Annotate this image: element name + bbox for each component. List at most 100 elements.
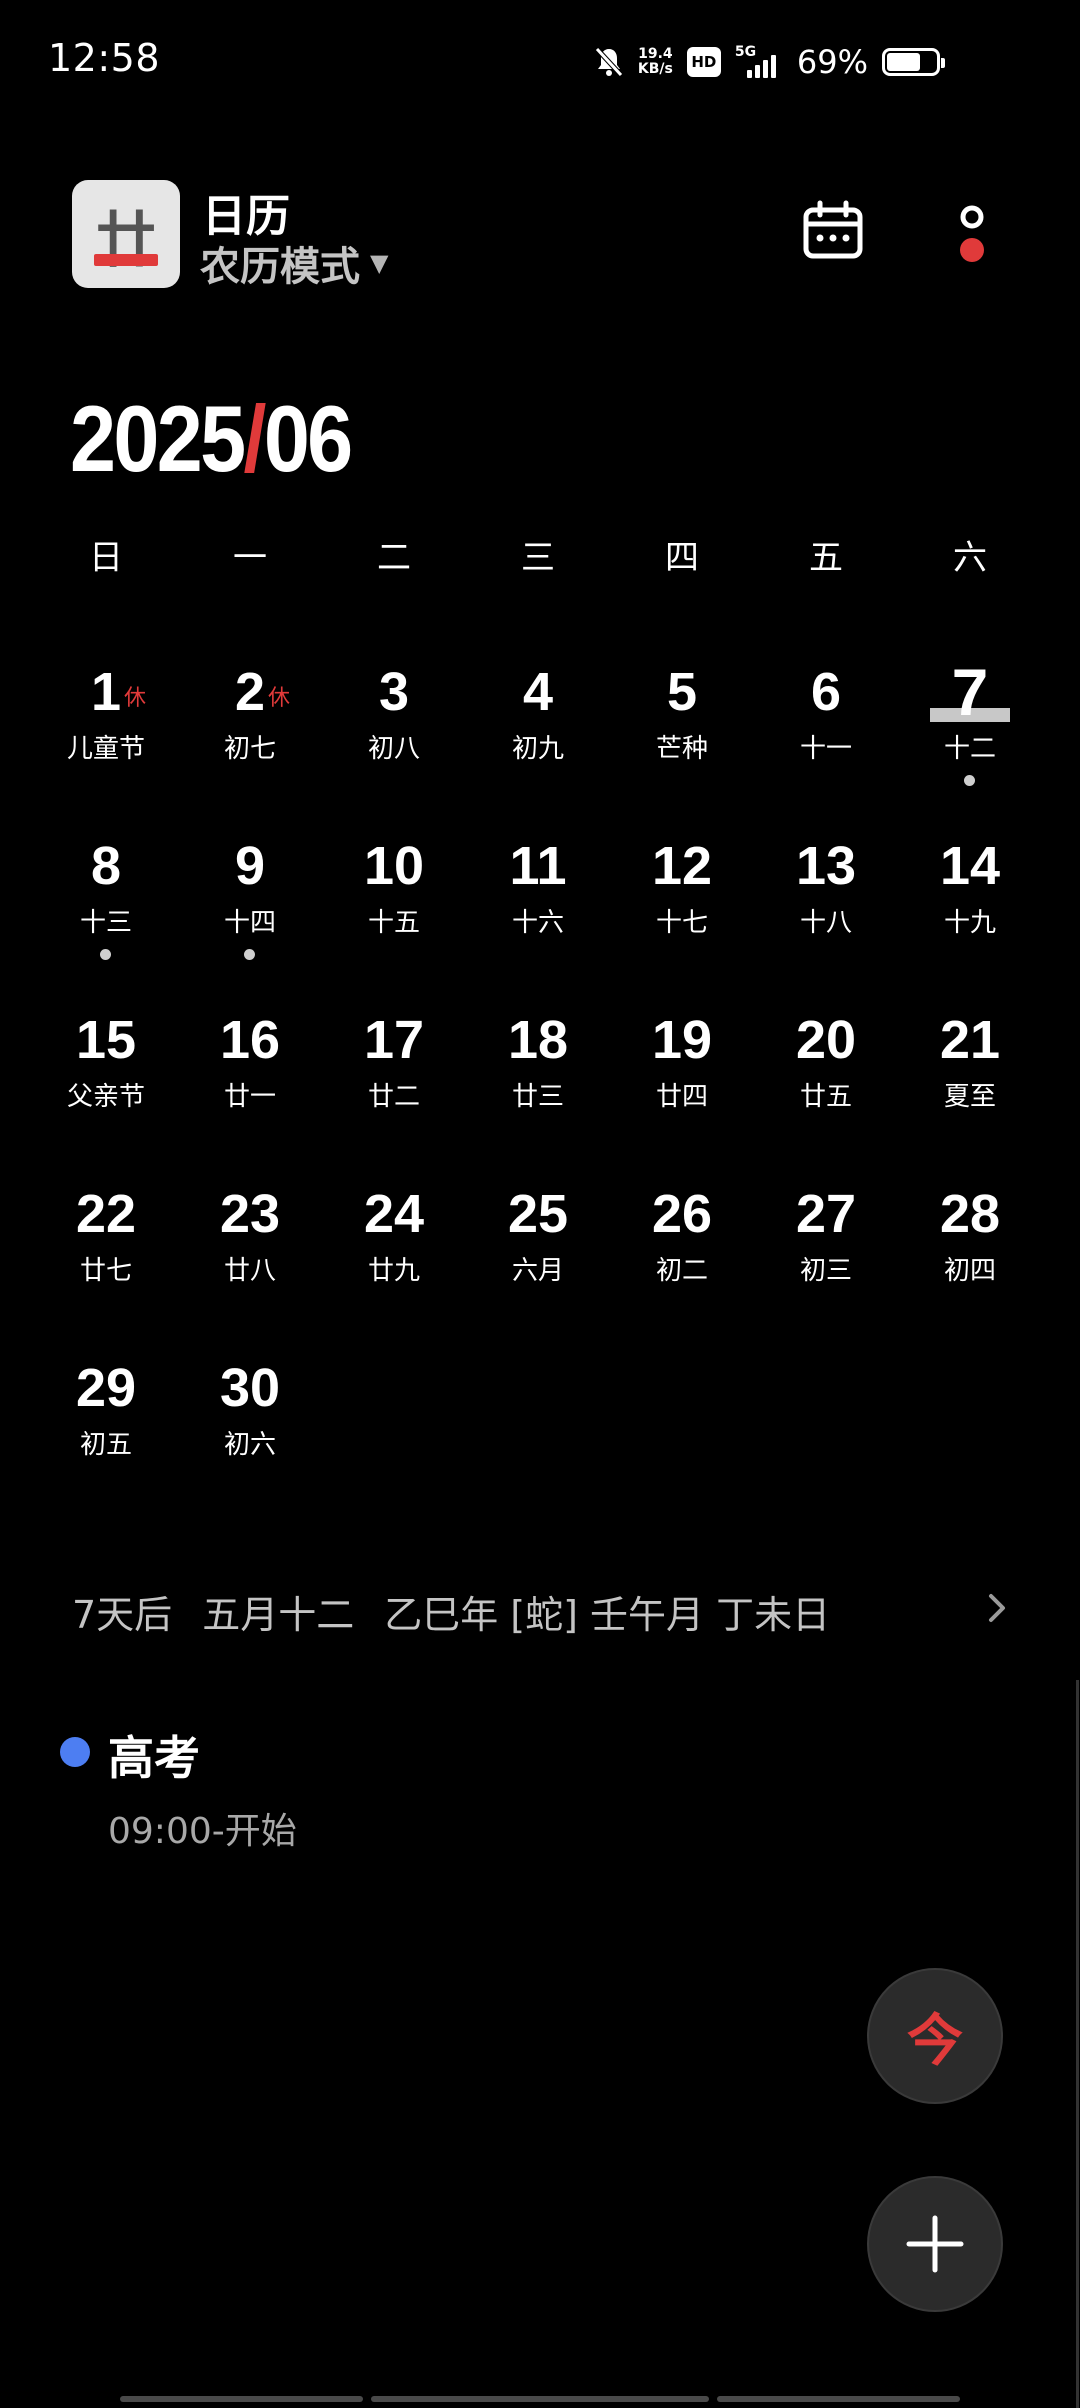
day-cell[interactable]: 30 初六 (178, 1346, 322, 1520)
lunar-label: 父亲节 (66, 1082, 145, 1112)
lunar-label: 十六 (511, 908, 564, 938)
day-cell[interactable]: 20 廿五 (754, 998, 898, 1172)
day-number: 20 (795, 1010, 857, 1070)
day-cell[interactable]: 14 十九 (898, 824, 1042, 998)
day-cell[interactable]: 6 十一 (754, 650, 898, 824)
event-title[interactable]: 高考 (108, 1722, 200, 1788)
event-color-dot (60, 1737, 90, 1767)
lunar-label: 廿二 (367, 1082, 420, 1112)
day-cell[interactable]: 25 六月 (466, 1172, 610, 1346)
day-cell[interactable]: 29 初五 (34, 1346, 178, 1520)
day-cell[interactable]: 22 廿七 (34, 1172, 178, 1346)
day-number: 27 (795, 1184, 857, 1244)
calendar-mode-label: 农历模式 (200, 244, 360, 290)
status-time: 12:58 (48, 36, 161, 80)
day-cell[interactable]: 3 初八 (322, 650, 466, 824)
lunar-label: 廿七 (79, 1256, 132, 1286)
weekday-tue: 二 (377, 538, 411, 578)
today-button[interactable]: 今 (867, 1968, 1003, 2104)
calendar-mode-dropdown[interactable]: 农历模式 ▼ (200, 234, 388, 292)
more-vertical-icon[interactable] (952, 200, 992, 270)
caret-down-icon: ▼ (370, 249, 389, 277)
scrollbar[interactable] (1076, 1680, 1079, 2408)
weekday-sun: 日 (89, 538, 123, 578)
calendar-icon[interactable] (802, 200, 864, 262)
today-label: 今 (907, 2008, 963, 2074)
day-number: 25 (507, 1184, 569, 1244)
day-number: 19 (651, 1010, 713, 1070)
day-cell[interactable]: 5 芒种 (610, 650, 754, 824)
weekday-thu: 四 (665, 538, 699, 578)
day-number: 24 (363, 1184, 425, 1244)
day-cell[interactable]: 17 廿二 (322, 998, 466, 1172)
day-cell[interactable]: 11 十六 (466, 824, 610, 998)
day-cell[interactable]: 18 廿三 (466, 998, 610, 1172)
month-title[interactable]: 2025/06 (70, 385, 353, 493)
net-speed-unit: KB/s (637, 61, 673, 77)
selected-date-info[interactable]: 7天后 五月十二 乙巳年 [蛇] 壬午月 丁未日 (72, 1584, 830, 1639)
day-cell[interactable]: 28 初四 (898, 1172, 1042, 1346)
day-number: 12 (651, 836, 713, 896)
day-cell[interactable]: 16 廿一 (178, 998, 322, 1172)
month-number: 06 (263, 386, 353, 491)
lunar-date: 五月十二 (202, 1593, 355, 1637)
plus-icon (906, 2215, 964, 2273)
day-cell[interactable]: 24 廿九 (322, 1172, 466, 1346)
lunar-label: 十三 (79, 908, 132, 938)
day-number: 3 (378, 662, 410, 722)
day-number: 18 (507, 1010, 569, 1070)
day-cell[interactable]: 27 初三 (754, 1172, 898, 1346)
day-number: 21 (939, 1010, 1001, 1070)
month-separator: / (243, 386, 266, 491)
holiday-rest-tag: 休 (124, 686, 147, 711)
day-cell[interactable]: 21 夏至 (898, 998, 1042, 1172)
lunar-label: 初七 (223, 734, 276, 764)
lunar-label: 初六 (223, 1430, 276, 1460)
gesture-bar[interactable] (120, 2396, 961, 2402)
day-number: 17 (363, 1010, 425, 1070)
day-cell[interactable]: 2 休初七 (178, 650, 322, 824)
day-number: 6 (810, 662, 842, 722)
chevron-right-icon[interactable] (985, 1590, 1009, 1626)
day-number: 8 (90, 836, 122, 896)
day-number: 4 (522, 662, 554, 722)
lunar-label: 廿四 (655, 1082, 708, 1112)
holiday-rest-tag: 休 (268, 686, 291, 711)
day-cell[interactable]: 10 十五 (322, 824, 466, 998)
day-cell[interactable]: 12 十七 (610, 824, 754, 998)
day-cell[interactable]: 19 廿四 (610, 998, 754, 1172)
day-number: 9 (234, 836, 266, 896)
lunar-label: 十五 (367, 908, 420, 938)
day-cell[interactable]: 4 初九 (466, 650, 610, 824)
lunar-label: 六月 (511, 1256, 564, 1286)
day-number: 7 (951, 655, 989, 729)
lunar-label: 初五 (79, 1430, 132, 1460)
day-number: 26 (651, 1184, 713, 1244)
day-cell[interactable]: 7 十二 (898, 650, 1042, 824)
day-number: 30 (219, 1358, 281, 1418)
lunar-label: 十八 (799, 908, 852, 938)
day-cell[interactable]: 23 廿八 (178, 1172, 322, 1346)
add-event-button[interactable] (867, 2176, 1003, 2312)
net-speed: 19.4 KB/s (638, 47, 673, 77)
lunar-label: 十一 (799, 734, 852, 764)
event-time: 09:00-开始 (108, 1811, 297, 1852)
day-cell[interactable]: 15 父亲节 (34, 998, 178, 1172)
weekday-sat: 六 (953, 538, 987, 578)
day-cell[interactable]: 9 十四 (178, 824, 322, 998)
day-cell[interactable]: 13 十八 (754, 824, 898, 998)
lunar-label: 夏至 (943, 1082, 996, 1112)
day-cell[interactable]: 8 十三 (34, 824, 178, 998)
day-cell[interactable]: 1 休儿童节 (34, 650, 178, 824)
month-year: 2025 (70, 386, 246, 491)
status-bar: 12:58 19.4 KB/s HD 5G 69% (0, 0, 1080, 120)
day-number: 10 (363, 836, 425, 896)
lunar-label: 十七 (655, 908, 708, 938)
day-number: 13 (795, 836, 857, 896)
lunar-label: 廿三 (511, 1082, 564, 1112)
event-indicator-dot (100, 949, 111, 960)
day-number: 23 (219, 1184, 281, 1244)
day-cell[interactable]: 26 初二 (610, 1172, 754, 1346)
weekday-header: 日 一 二 三 四 五 六 (34, 530, 1046, 579)
lunar-label: 初四 (943, 1256, 996, 1286)
